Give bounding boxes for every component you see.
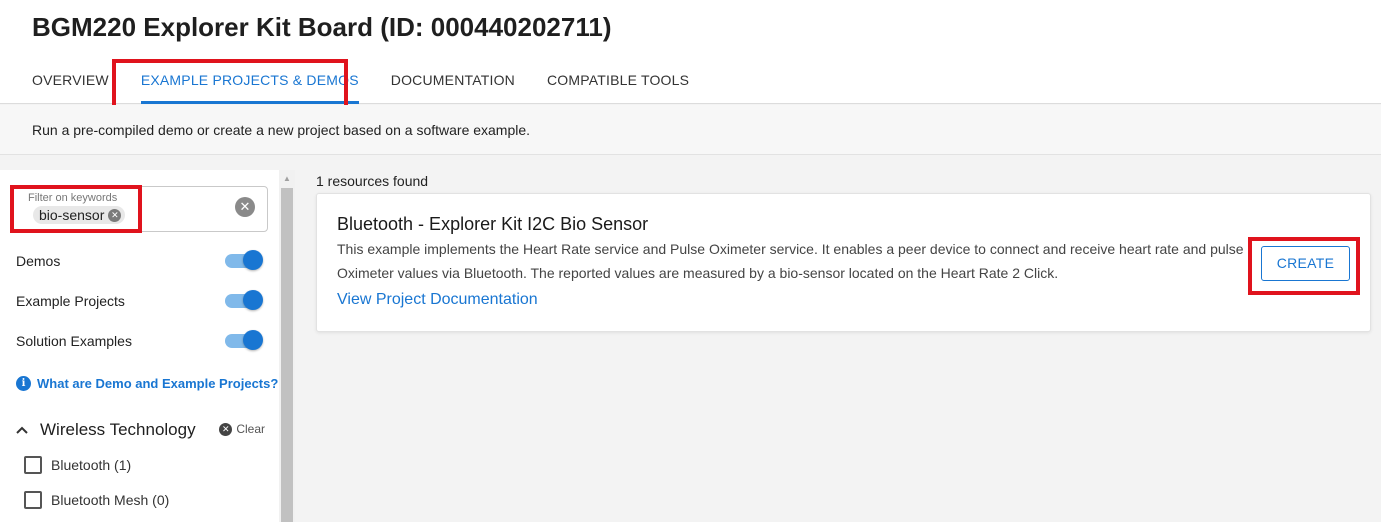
sidebar-scrollbar[interactable]: ▲ <box>279 170 295 522</box>
create-button[interactable]: CREATE <box>1261 246 1350 281</box>
demos-toggle[interactable] <box>225 250 263 270</box>
checkbox-label: Bluetooth Mesh (0) <box>51 492 170 508</box>
keyword-filter-input[interactable]: Filter on keywords bio-sensor ✕ ✕ <box>13 186 268 232</box>
bluetooth-mesh-checkbox[interactable] <box>24 491 42 509</box>
filter-sidebar: Filter on keywords bio-sensor ✕ ✕ Demos … <box>0 170 279 522</box>
subheader: Run a pre-compiled demo or create a new … <box>0 105 1381 155</box>
wireless-technology-section-header[interactable]: Wireless Technology ✕ Clear <box>16 418 269 442</box>
clear-button[interactable]: ✕ Clear <box>219 422 265 436</box>
keyword-chip-label: bio-sensor <box>39 207 105 223</box>
toggle-row-example-projects: Example Projects <box>16 289 263 313</box>
section-title: Wireless Technology <box>40 420 196 439</box>
toggle-knob <box>243 250 263 270</box>
scroll-thumb[interactable] <box>281 188 293 522</box>
keyword-chip[interactable]: bio-sensor ✕ <box>33 206 126 224</box>
tab-compatible-tools[interactable]: COMPATIBLE TOOLS <box>531 60 705 104</box>
toggle-knob <box>243 330 263 350</box>
tab-example-projects-demos[interactable]: EXAMPLE PROJECTS & DEMOS <box>125 60 375 104</box>
toggle-label-demos: Demos <box>16 253 61 269</box>
toggle-row-solution-examples: Solution Examples <box>16 329 263 353</box>
info-link-label: What are Demo and Example Projects? <box>37 376 279 391</box>
card-title: Bluetooth - Explorer Kit I2C Bio Sensor <box>337 214 649 234</box>
toggle-knob <box>243 290 263 310</box>
toggle-label-example-projects: Example Projects <box>16 293 125 309</box>
tab-documentation[interactable]: DOCUMENTATION <box>375 60 531 104</box>
checkbox-row-bluetooth-mesh: Bluetooth Mesh (0) <box>24 491 169 509</box>
scroll-up-arrow-icon[interactable]: ▲ <box>279 172 295 186</box>
page-header: BGM220 Explorer Kit Board (ID: 000440202… <box>0 0 1381 104</box>
solution-examples-toggle[interactable] <box>225 330 263 350</box>
example-projects-toggle[interactable] <box>225 290 263 310</box>
chevron-up-icon[interactable] <box>16 423 28 437</box>
clear-icon: ✕ <box>219 422 233 436</box>
view-documentation-link[interactable]: View Project Documentation <box>337 291 538 309</box>
checkbox-label: Bluetooth (1) <box>51 457 132 473</box>
card-description: This example implements the Heart Rate s… <box>337 241 1244 281</box>
clear-label: Clear <box>236 422 265 436</box>
results-count: 1 resources found <box>316 173 429 189</box>
subheader-text: Run a pre-compiled demo or create a new … <box>32 122 531 138</box>
page-title: BGM220 Explorer Kit Board (ID: 000440202… <box>32 12 612 42</box>
tab-bar: OVERVIEW EXAMPLE PROJECTS & DEMOS DOCUME… <box>16 60 705 104</box>
clear-filter-icon[interactable]: ✕ <box>235 197 255 217</box>
bluetooth-checkbox[interactable] <box>24 456 42 474</box>
checkbox-row-bluetooth: Bluetooth (1) <box>24 456 131 474</box>
tab-overview[interactable]: OVERVIEW <box>16 60 125 104</box>
filter-label: Filter on keywords <box>28 192 118 204</box>
toggle-label-solution-examples: Solution Examples <box>16 333 132 349</box>
chip-remove-icon[interactable]: ✕ <box>108 208 122 222</box>
info-icon: i <box>16 376 31 391</box>
toggle-row-demos: Demos <box>16 249 263 273</box>
info-link[interactable]: i What are Demo and Example Projects? <box>16 376 278 391</box>
result-card: Bluetooth - Explorer Kit I2C Bio Sensor … <box>316 193 1371 332</box>
